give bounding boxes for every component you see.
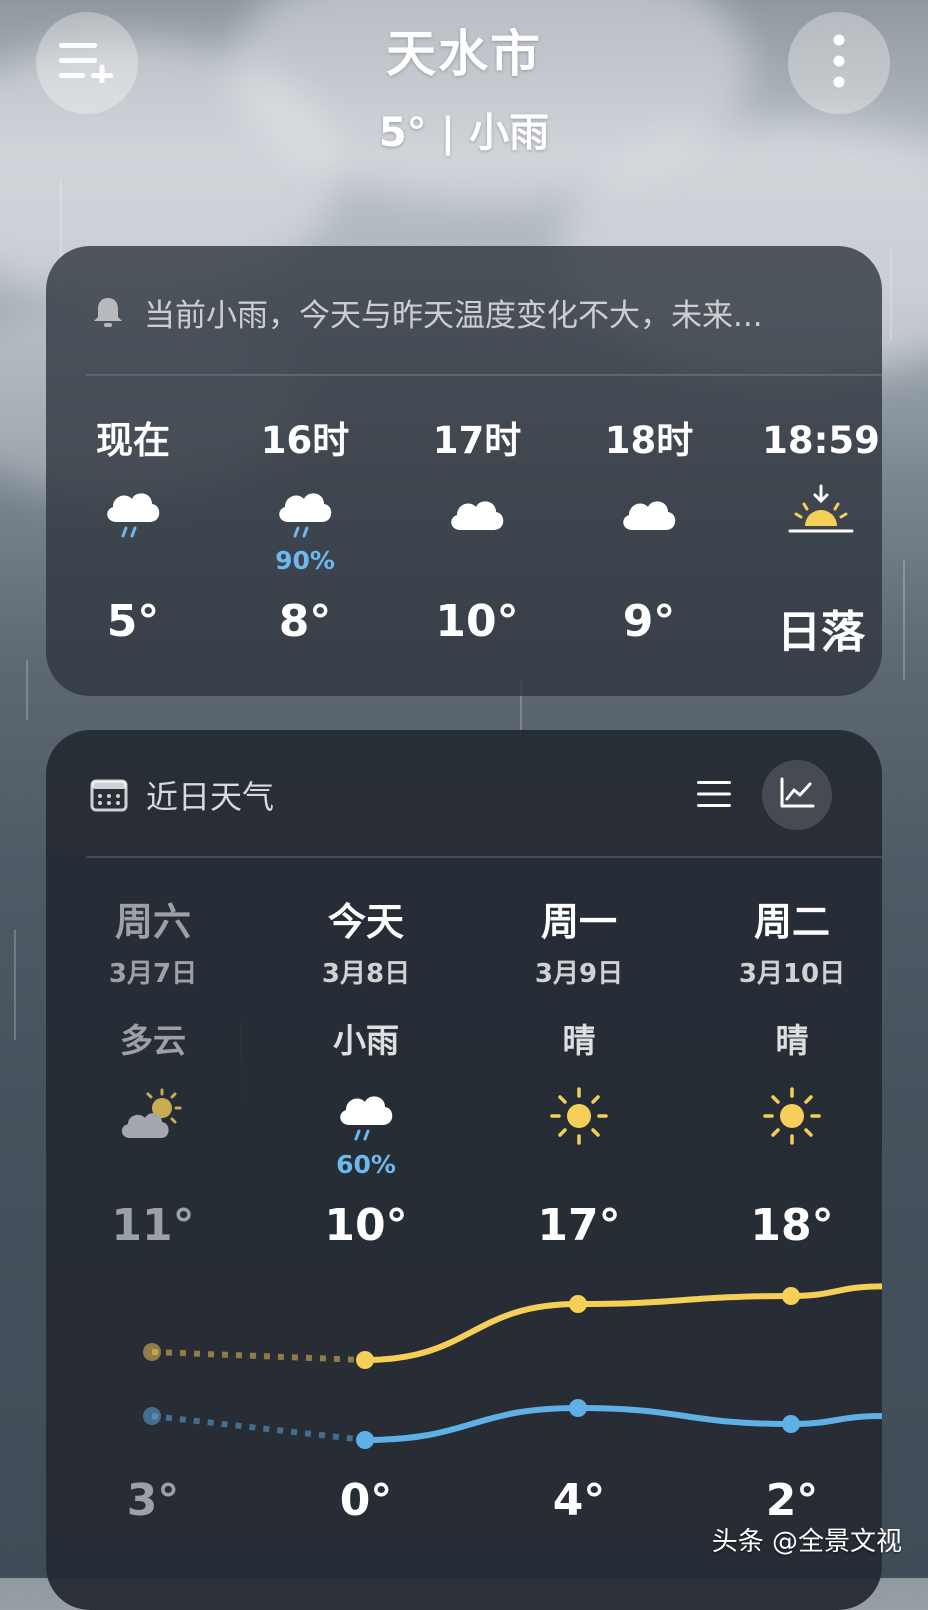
hour-16: 16时 90% 8° <box>218 416 392 666</box>
hour-label: 现在 <box>96 419 170 462</box>
sun-icon <box>548 1085 610 1151</box>
day-name: 周二 <box>753 900 830 944</box>
day-condition: 多云 <box>120 1021 186 1060</box>
watermark: 头条 @全景文视 <box>711 1527 902 1557</box>
day-date: 3月8日 <box>321 959 411 989</box>
divider <box>86 856 882 858</box>
day-column-mon[interactable]: 周一 3月9日 晴 17° <box>472 896 686 1251</box>
hour-temp: 10° <box>435 596 519 647</box>
rain-cloud-icon <box>333 1087 399 1149</box>
day-high-temp: 17° <box>537 1200 621 1251</box>
high-temp-point <box>569 1295 587 1313</box>
low-temp-past-segment <box>151 1413 366 1443</box>
day-name: 周六 <box>114 900 191 944</box>
chart-view-button[interactable] <box>762 760 832 830</box>
temperature-trend-chart <box>143 1283 882 1449</box>
city-name: 天水市 <box>386 25 542 83</box>
high-temp-point <box>356 1351 374 1369</box>
precip-probability: 60% <box>336 1150 396 1179</box>
day-column-tue[interactable]: 周二 3月10日 晴 18° <box>685 896 882 1251</box>
hour-sunset: 18:59 日落 <box>734 416 882 666</box>
day-name: 今天 <box>327 900 404 944</box>
daily-header: 近日天气 <box>90 770 274 820</box>
low-temp-line <box>362 1404 882 1443</box>
hour-temp: 8° <box>278 596 332 647</box>
hour-label: 18:59 <box>762 419 880 462</box>
day-condition: 晴 <box>562 1021 596 1060</box>
rain-cloud-icon <box>100 484 166 546</box>
day-column-today[interactable]: 今天 3月8日 小雨 60% 10° <box>259 896 473 1251</box>
sunset-icon <box>786 484 856 546</box>
hourly-forecast-card[interactable]: 当前小雨，今天与昨天温度变化不大，未来... 现在 5° 16时 90% 8° … <box>46 246 882 696</box>
day-condition: 小雨 <box>333 1021 399 1060</box>
weather-notice[interactable]: 当前小雨，今天与昨天温度变化不大，未来... <box>90 290 850 334</box>
hour-17: 17时 10° <box>390 416 564 666</box>
high-temp-point <box>782 1287 800 1305</box>
day-date: 3月10日 <box>738 959 846 989</box>
divider <box>86 374 882 376</box>
rain-cloud-icon <box>272 484 338 546</box>
notice-text: 当前小雨，今天与昨天温度变化不大，未来... <box>144 297 763 334</box>
hour-label: 16时 <box>260 419 350 462</box>
day-low-temp: 3° <box>126 1475 180 1526</box>
sun-icon <box>761 1085 823 1151</box>
day-low-temp: 0° <box>339 1475 393 1526</box>
cloud-icon <box>444 488 510 542</box>
bell-icon <box>90 294 126 330</box>
daily-forecast-card: 近日天气 周六 3月7日 多云 11° 今天 3月8日 小雨 60% 10° 周… <box>46 730 882 1610</box>
hour-now: 现在 5° <box>46 416 220 666</box>
partly-cloudy-icon <box>116 1086 190 1150</box>
high-temp-point <box>143 1343 161 1361</box>
trend-chart-icon <box>779 777 815 813</box>
hour-label: 17时 <box>432 419 522 462</box>
hour-18: 18时 9° <box>562 416 736 666</box>
day-condition: 晴 <box>775 1021 809 1060</box>
day-date: 3月9日 <box>534 959 624 989</box>
list-icon <box>696 779 732 813</box>
day-date: 3月7日 <box>108 959 198 989</box>
high-temp-past-segment <box>151 1349 366 1363</box>
day-low-temp: 2° <box>765 1475 819 1526</box>
low-temp-point <box>356 1431 374 1449</box>
current-condition: 5° | 小雨 <box>378 110 550 156</box>
high-temp-line <box>362 1283 882 1363</box>
daily-title: 近日天气 <box>146 778 275 816</box>
cloud-icon <box>616 488 682 542</box>
day-high-temp: 10° <box>324 1200 408 1251</box>
day-high-temp: 11° <box>111 1200 195 1251</box>
day-name: 周一 <box>540 900 617 944</box>
calendar-icon <box>90 778 128 812</box>
low-temp-point <box>569 1399 587 1417</box>
day-low-temp: 4° <box>552 1475 606 1526</box>
sunset-label: 日落 <box>777 607 865 658</box>
hour-temp: 9° <box>622 596 676 647</box>
hour-label: 18时 <box>604 419 694 462</box>
day-column-sat[interactable]: 周六 3月7日 多云 11° <box>46 896 260 1251</box>
day-high-temp: 18° <box>750 1200 834 1251</box>
hour-temp: 5° <box>106 596 160 647</box>
low-temp-point <box>782 1415 800 1433</box>
list-view-button[interactable] <box>686 768 742 824</box>
precip-probability: 90% <box>275 546 335 575</box>
low-temp-point <box>143 1407 161 1425</box>
